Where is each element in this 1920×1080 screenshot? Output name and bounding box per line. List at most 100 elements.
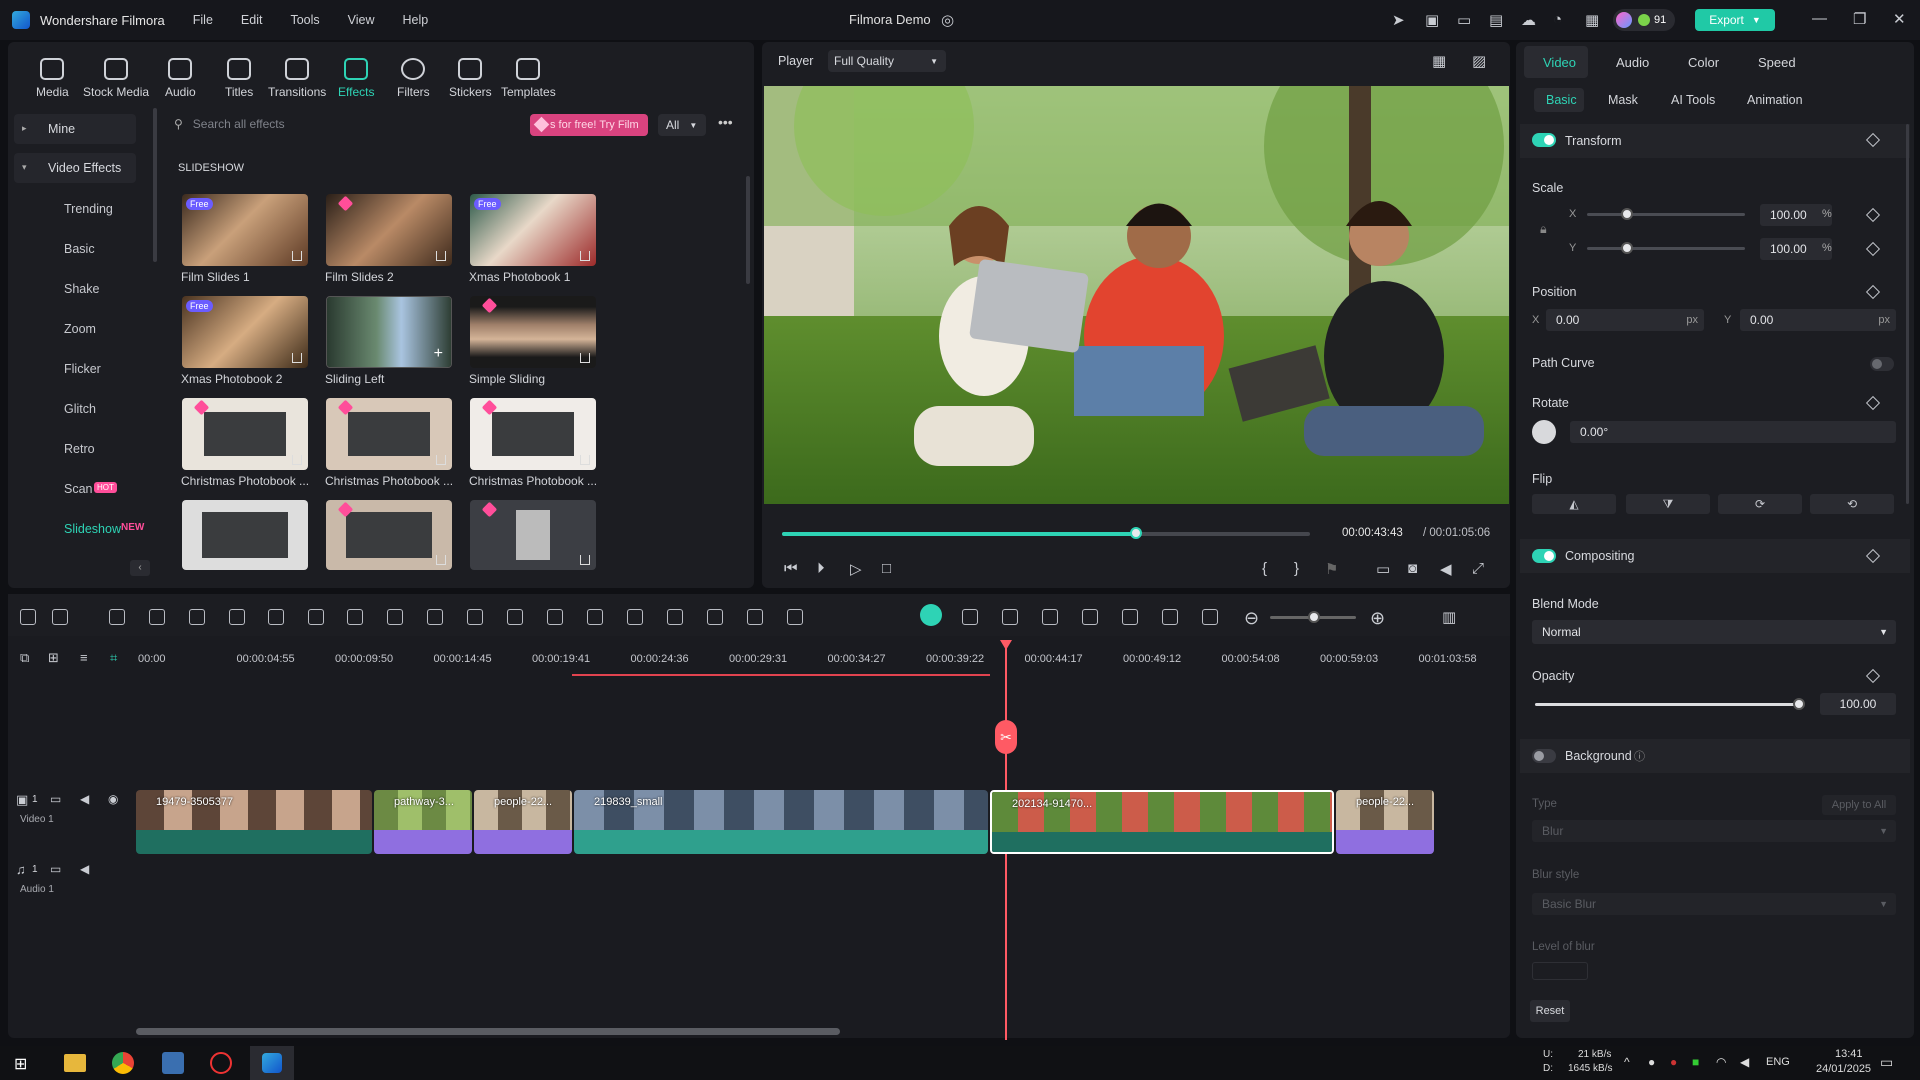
subtab-basic[interactable]: Basic [1546, 93, 1577, 107]
tray-app-icon[interactable]: ● [1670, 1055, 1677, 1069]
tool-filters[interactable]: Filters [397, 58, 430, 99]
position-y-input[interactable]: 0.00 px [1740, 309, 1896, 331]
download-icon[interactable] [580, 555, 590, 565]
image-icon[interactable]: ▨ [1472, 52, 1486, 70]
tab-speed[interactable]: Speed [1758, 55, 1796, 70]
subtab-animation[interactable]: Animation [1747, 93, 1803, 107]
subcategory-zoom[interactable]: Zoom [64, 322, 96, 336]
zoom-in-icon[interactable]: ⊕ [1370, 608, 1385, 629]
download-icon[interactable] [436, 555, 446, 565]
clock-date[interactable]: 24/01/2025 [1816, 1063, 1871, 1075]
effect-thumb-christmas-photobook-2[interactable] [326, 398, 452, 470]
subcategory-slideshow[interactable]: Slideshow [64, 522, 121, 536]
slider-handle[interactable] [1308, 611, 1320, 623]
grid-view-icon[interactable]: ▦ [1432, 52, 1446, 70]
timeline-clip[interactable]: people-22... [474, 790, 572, 854]
tray-app-icon[interactable]: ■ [1692, 1055, 1699, 1069]
promo-banner[interactable]: s for free! Try Film [530, 114, 648, 136]
export-button[interactable]: Export ▼ [1695, 9, 1775, 31]
slider-handle[interactable] [1793, 698, 1805, 710]
effect-thumb-film-slides-1[interactable]: Free [182, 194, 308, 266]
opacity-input[interactable]: 100.00 [1820, 693, 1896, 715]
snapshot-icon[interactable]: ◙ [1408, 560, 1417, 577]
mark-out-icon[interactable]: } [1294, 560, 1299, 577]
scale-x-slider[interactable] [1587, 208, 1745, 220]
chrome-icon[interactable] [112, 1052, 134, 1074]
download-icon[interactable] [292, 455, 302, 465]
color-icon[interactable] [347, 609, 363, 625]
ripple-icon[interactable] [587, 609, 603, 625]
subcategory-retro[interactable]: Retro [64, 442, 95, 456]
subtab-mask[interactable]: Mask [1608, 93, 1638, 107]
timeline-clip[interactable]: 219839_small [574, 790, 988, 854]
close-icon[interactable]: ✕ [1893, 10, 1906, 28]
freeze-icon[interactable] [667, 609, 683, 625]
tool-media[interactable]: Media [36, 58, 69, 99]
subcategory-scan[interactable]: Scan [64, 482, 93, 496]
tool-effects[interactable]: Effects [338, 58, 374, 99]
tab-color[interactable]: Color [1688, 55, 1719, 70]
rotate-left-button[interactable]: ⟲ [1810, 494, 1894, 514]
rotate-input[interactable]: 0.00° [1570, 421, 1896, 443]
wifi-icon[interactable]: ◠ [1716, 1055, 1726, 1069]
download-icon[interactable] [580, 251, 590, 261]
effect-thumb-simple-sliding[interactable] [470, 296, 596, 368]
language-indicator[interactable]: ENG [1766, 1056, 1790, 1068]
transform-toggle[interactable] [1532, 133, 1556, 147]
effect-thumb-xmas-photobook-1[interactable]: Free [470, 194, 596, 266]
headset-icon[interactable]: ◔ [1553, 11, 1562, 28]
search-input[interactable]: Search all effects [193, 117, 285, 131]
mask-icon[interactable] [467, 609, 483, 625]
download-icon[interactable] [292, 555, 302, 565]
tool-titles[interactable]: Titles [225, 58, 253, 99]
menu-tools[interactable]: Tools [290, 13, 319, 27]
play-icon[interactable]: ▷ [850, 560, 862, 578]
add-icon[interactable]: + [434, 345, 443, 363]
sidebar-scrollbar[interactable] [153, 108, 157, 262]
category-video-effects[interactable]: ▾ Video Effects [14, 153, 136, 183]
flip-vertical-button[interactable]: ⧩ [1626, 494, 1710, 514]
restore-icon[interactable]: ❐ [1853, 10, 1866, 28]
opacity-slider[interactable] [1535, 698, 1805, 710]
display-icon[interactable]: ▭ [1376, 560, 1390, 578]
select-icon[interactable] [20, 609, 36, 625]
path-curve-toggle[interactable] [1870, 357, 1894, 371]
effects-filter-dropdown[interactable]: All ▼ [658, 114, 706, 136]
cloud-upload-icon[interactable]: ☁ [1521, 11, 1536, 29]
rotate-dial[interactable] [1532, 420, 1556, 444]
menu-help[interactable]: Help [403, 13, 429, 27]
tool-audio[interactable]: Audio [165, 58, 196, 99]
properties-scrollbar[interactable] [1906, 124, 1909, 504]
layout-icon[interactable]: ▥ [1442, 608, 1456, 626]
microphone-icon[interactable]: ● [1648, 1055, 1655, 1069]
subcategory-flicker[interactable]: Flicker [64, 362, 101, 376]
effect-thumb-christmas-photobook-3[interactable] [470, 398, 596, 470]
blend-mode-dropdown[interactable]: Normal ▼ [1532, 620, 1896, 644]
tool-stickers[interactable]: Stickers [449, 58, 492, 99]
playback-progress[interactable] [782, 527, 1310, 539]
effect-thumb-xmas-photobook-2[interactable]: Free [182, 296, 308, 368]
subcategory-shake[interactable]: Shake [64, 282, 99, 296]
keyframe-panel-icon[interactable] [1002, 609, 1018, 625]
zoom-out-icon[interactable]: ⊖ [1244, 608, 1259, 629]
shield-icon[interactable] [1042, 609, 1058, 625]
tab-video[interactable]: Video [1543, 55, 1576, 70]
collapse-sidebar-button[interactable]: ‹ [130, 560, 150, 576]
compositing-toggle[interactable] [1532, 549, 1556, 563]
effects-scrollbar[interactable] [746, 176, 750, 284]
apply-to-all-button[interactable]: Apply to All [1822, 795, 1896, 815]
download-icon[interactable] [436, 455, 446, 465]
scale-y-slider[interactable] [1587, 242, 1745, 254]
timeline-clip[interactable]: pathway-3... [374, 790, 472, 854]
track-manager-icon[interactable]: ≡ [80, 650, 88, 665]
fit-icon[interactable] [1202, 609, 1218, 625]
stop-icon[interactable]: □ [882, 560, 891, 577]
effects-search[interactable]: ⚲ Search all effects [174, 112, 524, 136]
folder-icon[interactable]: ▭ [50, 862, 61, 876]
folder-icon[interactable]: ▭ [50, 792, 61, 806]
timeline-scrollbar[interactable] [136, 1028, 840, 1035]
flip-horizontal-button[interactable]: ◭ [1532, 494, 1616, 514]
effect-thumb-christmas-photobook-4[interactable] [182, 500, 308, 570]
marker-icon[interactable]: ⚑ [1325, 560, 1338, 578]
position-x-input[interactable]: 0.00 px [1546, 309, 1704, 331]
